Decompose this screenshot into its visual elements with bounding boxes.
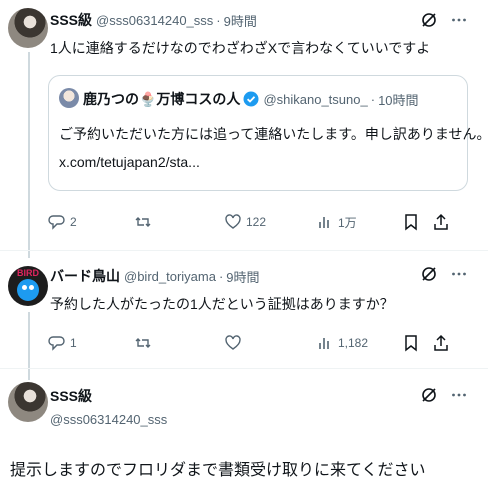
reply-count: 1 <box>70 336 77 350</box>
repost-button[interactable] <box>134 334 224 352</box>
user-handle[interactable]: @bird_toriyama <box>124 269 216 284</box>
timestamp[interactable]: 9時間 <box>224 11 257 30</box>
views-icon <box>316 334 334 352</box>
share-button[interactable] <box>432 334 450 352</box>
heart-icon <box>224 213 242 231</box>
thread-line <box>28 52 30 258</box>
quote-handle[interactable]: @shikano_tsuno_ <box>263 92 367 107</box>
display-name[interactable]: SSS級 <box>50 386 92 406</box>
quote-link[interactable]: x.com/tetujapan2/sta... <box>59 152 200 172</box>
divider <box>0 368 488 369</box>
bookmark-icon <box>402 213 420 231</box>
tweet-header: SSS級 @sss06314240_sss · 9時間 <box>50 10 480 30</box>
views-icon <box>316 213 334 231</box>
bookmark-button[interactable] <box>402 334 432 352</box>
separator-dot: · <box>370 91 376 107</box>
avatar[interactable] <box>8 382 48 422</box>
share-button[interactable] <box>432 213 450 231</box>
tweet-menu <box>420 11 468 29</box>
more-icon[interactable] <box>450 386 468 404</box>
display-name[interactable]: SSS級 <box>50 10 92 30</box>
quote-avatar[interactable] <box>59 88 79 108</box>
reply-icon <box>48 334 66 352</box>
repost-button[interactable] <box>134 213 224 231</box>
more-icon[interactable] <box>450 265 468 283</box>
user-handle[interactable]: @sss06314240_sss <box>96 13 213 28</box>
quote-timestamp[interactable]: 10時間 <box>378 90 418 109</box>
view-count: 1,182 <box>338 336 369 350</box>
repost-icon <box>134 213 152 231</box>
like-button[interactable] <box>224 334 316 352</box>
tweet-header: バード鳥山 @bird_toriyama · 9時間 <box>50 266 480 286</box>
reply-icon <box>48 213 66 231</box>
grok-icon[interactable] <box>420 386 438 404</box>
bookmark-icon <box>402 334 420 352</box>
reply-button[interactable]: 1 <box>48 334 134 352</box>
separator-dot: · <box>216 12 221 28</box>
tweet-actions: 1 1,182 <box>48 333 478 353</box>
tweet-menu <box>420 265 468 283</box>
avatar[interactable]: BIRD <box>8 266 48 306</box>
tweet-menu <box>420 386 468 404</box>
display-name[interactable]: バード鳥山 <box>50 266 120 286</box>
avatar[interactable] <box>8 8 48 48</box>
divider <box>0 250 488 251</box>
tweet-text: 予約した人がたったの1人だという証拠はありますか？ <box>50 296 394 312</box>
bookmark-button[interactable] <box>402 213 432 231</box>
views-button[interactable]: 1,182 <box>316 334 402 352</box>
separator-dot: · <box>218 268 224 284</box>
thread-line <box>28 312 30 380</box>
like-count: 122 <box>246 215 267 229</box>
reply-button[interactable]: 2 <box>48 213 134 231</box>
tweet-text: 1人に連絡するだけなのでわざわざXで言わなくていいですよ <box>50 40 431 56</box>
quote-display-name[interactable]: 鹿乃つの🍨万博コスの人 <box>83 89 240 109</box>
verified-badge-icon <box>243 91 259 107</box>
grok-icon[interactable] <box>420 11 438 29</box>
share-icon <box>432 213 450 231</box>
avatar-lettering: BIRD <box>17 268 39 278</box>
heart-icon <box>224 334 242 352</box>
share-icon <box>432 334 450 352</box>
view-count: 1万 <box>338 215 357 230</box>
like-button[interactable]: 122 <box>224 213 316 231</box>
views-button[interactable]: 1万 <box>316 213 402 231</box>
user-handle[interactable]: @sss06314240_sss <box>50 412 167 427</box>
more-icon[interactable] <box>450 11 468 29</box>
reply-count: 2 <box>70 215 77 229</box>
quote-text: ご予約いただいた方には追って連絡いたします。申し訳ありません。 <box>59 126 488 142</box>
grok-icon[interactable] <box>420 265 438 283</box>
repost-icon <box>134 334 152 352</box>
tweet-actions: 2 122 1万 <box>48 212 478 232</box>
timestamp[interactable]: 9時間 <box>226 267 259 286</box>
quoted-tweet[interactable]: 鹿乃つの🍨万博コスの人 @shikano_tsuno_ · 10時間 ご予約いた… <box>48 75 488 191</box>
tweet-text: 提示しますのでフロリダまで書類受け取りに来てください <box>10 462 426 479</box>
